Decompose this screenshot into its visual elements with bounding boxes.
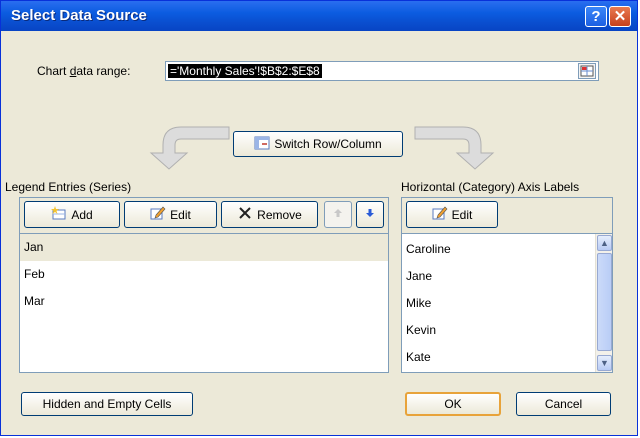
list-item[interactable]: Jan (20, 234, 388, 261)
collapse-dialog-icon[interactable] (578, 63, 596, 79)
remove-icon (237, 205, 253, 224)
axis-toolbar: Edit (401, 197, 613, 235)
dialog-title: Select Data Source (11, 7, 147, 24)
switch-row-column-icon (254, 135, 270, 154)
hidden-empty-cells-label: Hidden and Empty Cells (42, 397, 172, 411)
scroll-down-icon[interactable]: ▼ (597, 355, 612, 371)
add-icon (51, 205, 67, 224)
ok-button[interactable]: OK (405, 392, 501, 416)
edit-series-button[interactable]: Edit (124, 201, 217, 228)
scroll-thumb[interactable] (597, 253, 612, 351)
remove-label: Remove (257, 207, 302, 222)
chart-data-range-value: ='Monthly Sales'!$B$2:$E$8 (168, 64, 322, 78)
chart-data-range-input[interactable]: ='Monthly Sales'!$B$2:$E$8 (165, 61, 599, 81)
cancel-button[interactable]: Cancel (516, 392, 611, 416)
list-item[interactable]: Kate (402, 344, 612, 371)
list-item[interactable]: Mar (20, 288, 388, 315)
legend-toolbar: Add Edit Remove (19, 197, 389, 235)
left-arrow-icon (149, 126, 230, 170)
add-series-button[interactable]: Add (24, 201, 120, 228)
remove-series-button[interactable]: Remove (221, 201, 318, 228)
legend-series-list[interactable]: Jan Feb Mar (19, 233, 389, 373)
add-label: Add (71, 207, 93, 222)
chart-data-range-label: Chart data range: (37, 64, 131, 78)
axis-labels-list[interactable]: Caroline Jane Mike Kevin Kate ▲ ▼ (401, 233, 613, 373)
axis-labels-header: Horizontal (Category) Axis Labels (401, 180, 580, 194)
edit-axis-label: Edit (451, 207, 473, 222)
help-button[interactable]: ? (585, 6, 607, 27)
list-item[interactable]: Feb (20, 261, 388, 288)
edit-label: Edit (170, 207, 191, 222)
move-down-button[interactable] (356, 201, 384, 228)
title-bar[interactable]: Select Data Source ? ✕ (1, 1, 637, 31)
switch-row-column-button[interactable]: Switch Row/Column (233, 131, 403, 157)
axis-list-scrollbar[interactable]: ▲ ▼ (595, 234, 612, 372)
hidden-empty-cells-button[interactable]: Hidden and Empty Cells (21, 392, 193, 416)
switch-row-column-label: Switch Row/Column (274, 137, 382, 151)
scroll-up-icon[interactable]: ▲ (597, 235, 612, 251)
cancel-label: Cancel (544, 397, 583, 411)
move-up-button[interactable] (324, 201, 352, 228)
arrow-down-icon (364, 207, 376, 222)
edit-axis-labels-button[interactable]: Edit (406, 201, 498, 228)
select-data-source-dialog: Select Data Source ? ✕ Chart data range:… (0, 0, 638, 436)
right-arrow-icon (414, 126, 495, 170)
edit-icon (150, 205, 166, 224)
list-item[interactable]: Kevin (402, 317, 612, 344)
list-item[interactable]: Jane (402, 263, 612, 290)
ok-label: OK (444, 397, 462, 411)
arrow-up-icon (332, 207, 344, 222)
close-button[interactable]: ✕ (609, 6, 631, 27)
list-item[interactable]: Caroline (402, 234, 612, 263)
edit-icon (432, 205, 448, 224)
legend-entries-header: Legend Entries (Series) (5, 180, 132, 194)
list-item[interactable]: Mike (402, 290, 612, 317)
